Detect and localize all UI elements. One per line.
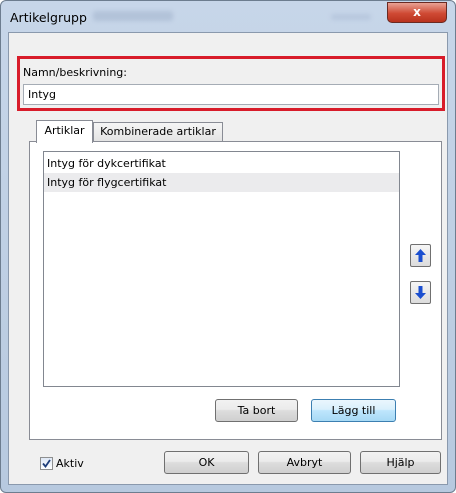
- close-button[interactable]: x: [387, 2, 447, 23]
- tab-artiklar[interactable]: Artiklar: [36, 120, 93, 143]
- remove-button[interactable]: Ta bort: [215, 399, 298, 422]
- active-label: Aktiv: [56, 457, 84, 470]
- move-up-button[interactable]: [410, 244, 431, 267]
- add-button[interactable]: Lägg till: [311, 399, 396, 422]
- window-title: Artikelgrupp: [10, 10, 87, 25]
- arrow-up-icon: [415, 249, 426, 262]
- list-item[interactable]: Intyg för dykcertifikat: [44, 154, 399, 173]
- active-checkbox[interactable]: [40, 457, 53, 470]
- name-input[interactable]: Intyg: [23, 84, 439, 105]
- checkmark-icon: [42, 459, 51, 468]
- close-icon: x: [413, 5, 421, 19]
- list-item[interactable]: Intyg för flygcertifikat: [44, 173, 399, 192]
- name-label: Namn/beskrivning:: [23, 66, 127, 79]
- title-bar-blur-2: [331, 14, 371, 20]
- arrow-down-icon: [415, 286, 426, 299]
- ok-button[interactable]: OK: [164, 451, 249, 474]
- move-down-button[interactable]: [410, 281, 431, 304]
- title-bar-blur: [93, 11, 173, 21]
- help-button[interactable]: Hjälp: [360, 451, 441, 474]
- title-bar[interactable]: Artikelgrupp x: [1, 1, 455, 33]
- cancel-button[interactable]: Avbryt: [258, 451, 351, 474]
- tab-kombinerade-artiklar[interactable]: Kombinerade artiklar: [93, 122, 223, 142]
- article-list[interactable]: Intyg för dykcertifikat Intyg för flygce…: [43, 151, 400, 387]
